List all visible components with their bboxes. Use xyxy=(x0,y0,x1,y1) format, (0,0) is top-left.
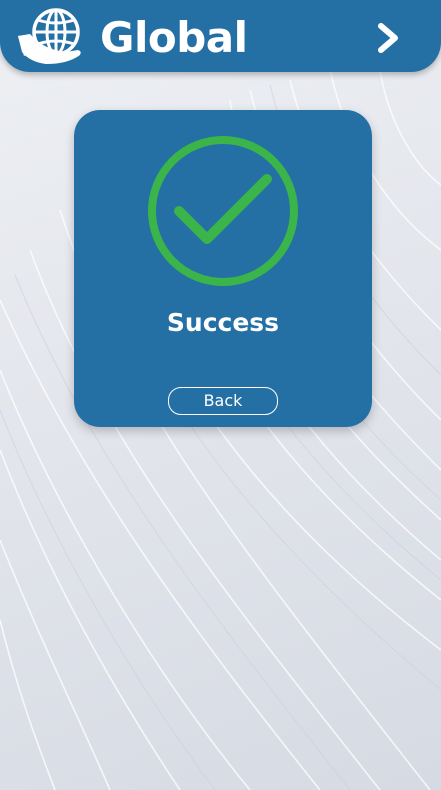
status-message: Success xyxy=(166,308,280,337)
app-title: Global xyxy=(100,13,248,62)
chevron-right-icon[interactable] xyxy=(372,18,404,58)
check-circle-icon xyxy=(148,136,298,286)
app-header: Global xyxy=(0,0,441,72)
success-card: Success Back xyxy=(74,110,372,427)
back-button[interactable]: Back xyxy=(168,387,278,415)
globe-handshake-icon xyxy=(18,8,81,64)
